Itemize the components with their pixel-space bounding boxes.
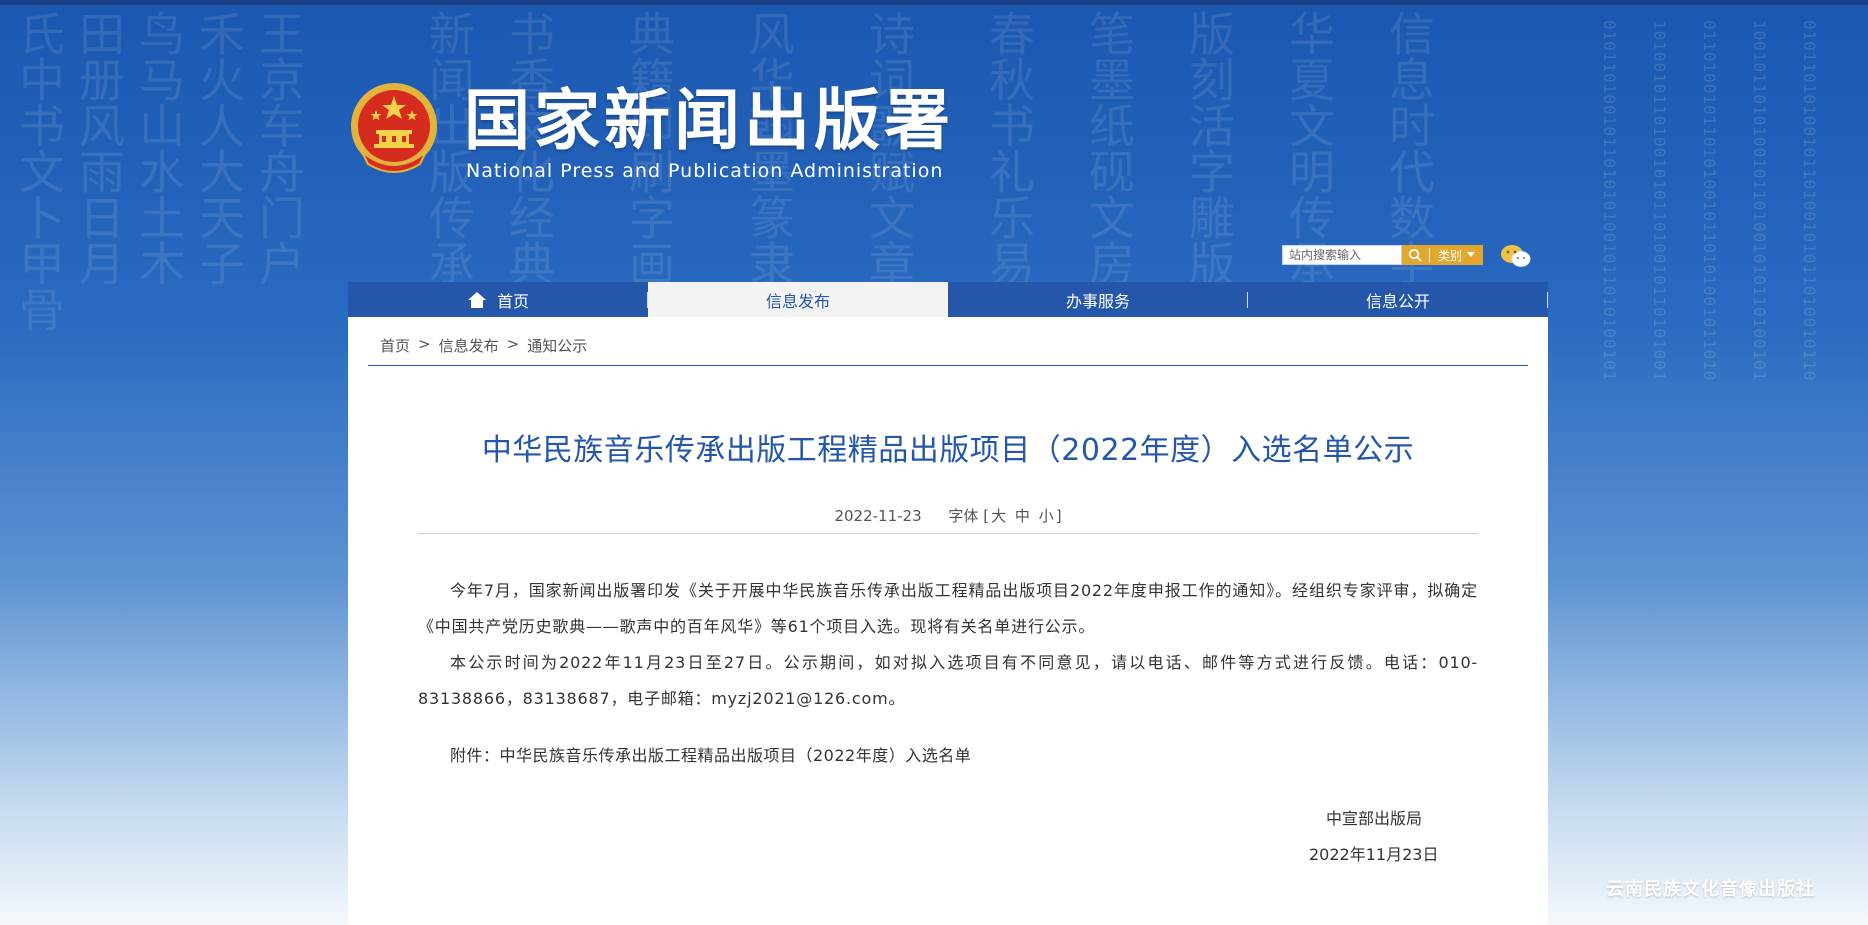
font-size-bracket-close: ] (1055, 507, 1062, 525)
category-dropdown[interactable]: 类别 (1430, 245, 1484, 265)
nav-item-public-info[interactable]: 信息公开 (1248, 282, 1548, 317)
breadcrumb-current-link[interactable]: 通知公示 (527, 335, 587, 356)
search-button[interactable] (1402, 245, 1428, 265)
search-bar: 类别 (1282, 244, 1484, 266)
nav-item-label: 信息公开 (1365, 291, 1430, 311)
font-size-medium-button[interactable]: 中 (1015, 507, 1030, 525)
nav-item-info-release[interactable]: 信息发布 (648, 282, 948, 317)
site-title: 国家新闻出版署 (464, 82, 954, 159)
article-paragraph: 本公示时间为2022年11月23日至27日。公示期间，如对拟入选项目有不同意见，… (418, 653, 1478, 708)
meta-divider (418, 533, 1478, 534)
article-body: 今年7月，国家新闻出版署印发《关于开展中华民族音乐传承出版工程精品出版项目202… (418, 573, 1478, 717)
article-meta: 2022-11-23 字体 [大 中 小] (348, 505, 1548, 526)
search-icon (1408, 248, 1422, 262)
article-date: 2022-11-23 (834, 507, 922, 525)
article-title: 中华民族音乐传承出版工程精品出版项目（2022年度）入选名单公示 (481, 433, 1415, 468)
watermark: 云南民族文化音像出版社 (1606, 879, 1815, 900)
breadcrumb-section-link[interactable]: 信息发布 (439, 335, 499, 356)
site-header: 国家新闻出版署 National Press and Publication A… (348, 78, 1548, 188)
category-label: 类别 (1438, 248, 1463, 263)
breadcrumb-home-link[interactable]: 首页 (380, 335, 410, 356)
nav-item-label: 首页 (496, 291, 529, 311)
breadcrumb-separator: > (506, 335, 520, 353)
national-emblem-icon (351, 83, 437, 173)
font-size-label: 字体 (948, 507, 979, 525)
home-icon (467, 291, 486, 308)
nav-item-label: 办事服务 (1065, 291, 1130, 311)
main-nav: 首页 信息发布 办事服务 信息公开 (348, 282, 1548, 317)
signature-date: 2022年11月23日 (1309, 845, 1439, 864)
breadcrumb: 首页 > 信息发布 > 通知公示 (380, 335, 587, 356)
breadcrumb-separator: > (418, 335, 431, 353)
article-paragraph: 今年7月，国家新闻出版署印发《关于开展中华民族音乐传承出版工程精品出版项目202… (418, 581, 1478, 636)
font-size-small-button[interactable]: 小 (1039, 507, 1054, 525)
font-size-large-button[interactable]: 大 (991, 507, 1006, 525)
signature-org: 中宣部出版局 (1326, 809, 1423, 828)
chevron-down-icon (1467, 252, 1476, 257)
nav-item-home[interactable]: 首页 (348, 282, 648, 317)
font-size-bracket-open: [ (983, 507, 990, 525)
site-subtitle: National Press and Publication Administr… (466, 160, 944, 182)
attachment-link[interactable]: 附件：中华民族音乐传承出版工程精品出版项目（2022年度）入选名单 (450, 742, 971, 766)
article-panel: 首页 > 信息发布 > 通知公示 中华民族音乐传承出版工程精品出版项目（2022… (348, 317, 1548, 925)
search-input[interactable] (1282, 245, 1402, 265)
nav-item-label: 信息发布 (765, 291, 830, 311)
wechat-icon[interactable] (1500, 243, 1532, 269)
top-border (0, 0, 1868, 5)
nav-item-services[interactable]: 办事服务 (948, 282, 1248, 317)
breadcrumb-divider (368, 365, 1528, 366)
